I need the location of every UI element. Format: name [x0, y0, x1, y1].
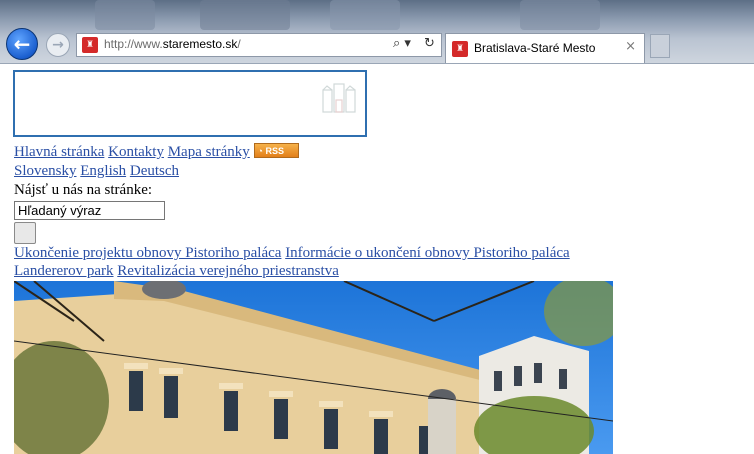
palace-photo-image: [14, 281, 613, 454]
lang-german[interactable]: Deutsch: [130, 163, 179, 179]
taskbar-blur: [330, 0, 400, 30]
site-logo[interactable]: [13, 70, 367, 137]
rss-button[interactable]: ◔ RSS: [253, 143, 299, 158]
url-text[interactable]: http://www.staremesto.sk/: [104, 37, 241, 51]
castle-logo-icon: [322, 83, 356, 113]
search-input[interactable]: Hľadaný výraz: [14, 201, 165, 220]
tab-close-icon[interactable]: ×: [625, 39, 636, 54]
address-bar[interactable]: ♜ http://www.staremesto.sk/ ⌕ ▾ ↻: [76, 33, 442, 57]
browser-chrome: ← → ♜ http://www.staremesto.sk/ ⌕ ▾ ↻ ♜ …: [0, 0, 754, 64]
browser-tab[interactable]: ♜ Bratislava-Staré Mesto ×: [445, 33, 645, 64]
address-search-icon[interactable]: ⌕ ▾: [393, 36, 411, 51]
lang-english[interactable]: English: [80, 163, 126, 179]
news-link[interactable]: Landererov park: [14, 263, 114, 279]
taskbar-blur: [200, 0, 290, 30]
news-link[interactable]: Informácie o ukončení obnovy Pistoriho p…: [285, 245, 570, 261]
search-label: Nájsť u nás na stránke:: [14, 182, 153, 198]
news-line-1: Ukončenie projektu obnovy Pistoriho palá…: [14, 245, 570, 262]
link-home[interactable]: Hlavná stránka: [14, 144, 104, 160]
lang-slovak[interactable]: Slovensky: [14, 163, 77, 179]
search-submit-button[interactable]: [14, 222, 36, 244]
language-links: Slovensky English Deutsch: [14, 163, 179, 180]
tab-favicon-icon: ♜: [452, 41, 468, 57]
web-page: Hlavná stránka Kontakty Mapa stránky ◔ R…: [0, 64, 754, 454]
forward-button[interactable]: →: [46, 33, 70, 57]
back-arrow-icon: ←: [13, 32, 31, 56]
refresh-icon[interactable]: ↻: [424, 36, 435, 51]
link-sitemap[interactable]: Mapa stránky: [168, 144, 250, 160]
tab-title: Bratislava-Staré Mesto: [474, 41, 596, 55]
taskbar-blur: [95, 0, 155, 30]
taskbar-blur: [520, 0, 600, 30]
back-button[interactable]: ←: [6, 28, 38, 60]
header-links: Hlavná stránka Kontakty Mapa stránky ◔ R…: [14, 143, 299, 161]
news-link[interactable]: Ukončenie projektu obnovy Pistoriho palá…: [14, 245, 281, 261]
news-link[interactable]: Revitalizácia verejného priestranstva: [117, 263, 339, 279]
news-line-2: Landererov park Revitalizácia verejného …: [14, 263, 339, 280]
banner-photo[interactable]: [14, 281, 613, 454]
site-favicon-icon: ♜: [82, 37, 98, 53]
new-tab-button[interactable]: [650, 34, 670, 58]
link-contacts[interactable]: Kontakty: [108, 144, 164, 160]
forward-arrow-icon: →: [52, 37, 64, 53]
